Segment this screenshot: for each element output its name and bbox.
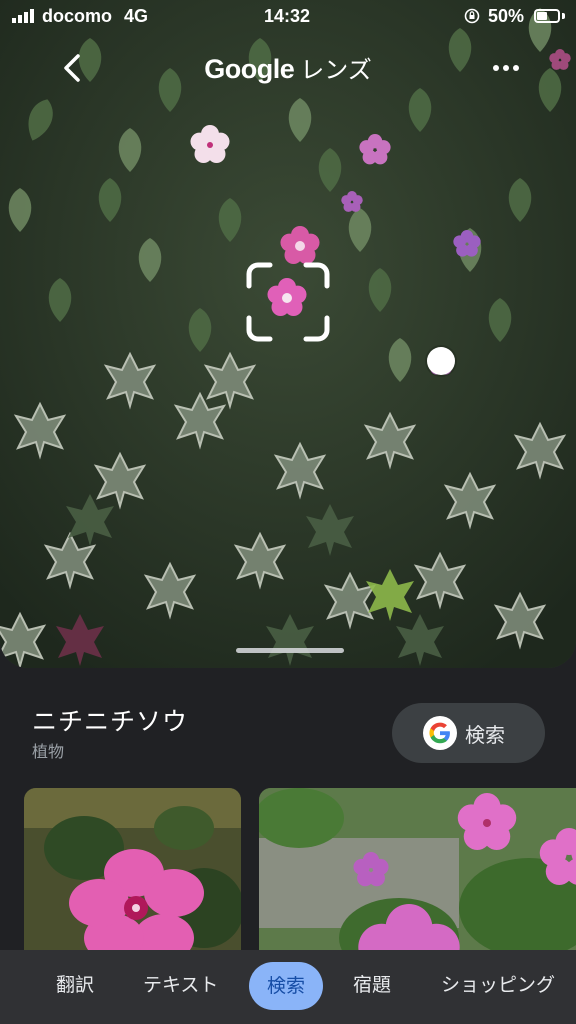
top-bar: Google レンズ bbox=[0, 40, 576, 96]
object-marker-dot[interactable] bbox=[427, 347, 455, 375]
battery-icon bbox=[534, 9, 560, 23]
clock: 14:32 bbox=[264, 6, 311, 26]
tab-homework[interactable]: 宿題 bbox=[353, 970, 391, 997]
vinca-photo-1 bbox=[24, 788, 241, 964]
network-type: 4G bbox=[124, 6, 149, 26]
search-button-label: 検索 bbox=[465, 722, 505, 747]
signal-icon bbox=[12, 9, 34, 23]
more-options-button[interactable] bbox=[486, 48, 526, 88]
result-image-1[interactable] bbox=[24, 788, 241, 964]
rotation-lock-icon bbox=[464, 8, 480, 24]
google-search-button[interactable]: 検索 bbox=[392, 703, 545, 763]
battery-percent: 50% bbox=[488, 6, 525, 26]
result-category: 植物 bbox=[32, 742, 65, 761]
tab-search[interactable]: 検索 bbox=[249, 962, 324, 1010]
battery-tip bbox=[562, 13, 565, 19]
selection-frame[interactable] bbox=[246, 262, 330, 342]
vinca-photo-2 bbox=[259, 788, 576, 964]
google-g-icon bbox=[423, 716, 457, 750]
carrier-name: docomo bbox=[42, 6, 112, 26]
tab-translate[interactable]: 翻訳 bbox=[56, 970, 94, 997]
tab-shopping[interactable]: ショッピング bbox=[441, 970, 555, 997]
camera-view[interactable]: docomo 4G 14:32 50% Google レンズ bbox=[0, 0, 576, 668]
status-bar: docomo 4G 14:32 50% bbox=[0, 0, 576, 34]
app-title-brand: Google bbox=[204, 54, 295, 84]
result-title: ニチニチソウ bbox=[32, 707, 189, 736]
more-horiz-icon bbox=[493, 65, 519, 71]
tab-text[interactable]: テキスト bbox=[143, 970, 218, 997]
sheet-drag-handle[interactable] bbox=[236, 648, 344, 653]
mode-tab-bar: 翻訳 テキスト 検索 宿題 ショッピング bbox=[0, 950, 576, 1024]
app-title-suffix: レンズ bbox=[300, 56, 372, 84]
battery-level bbox=[537, 12, 547, 20]
result-image-2[interactable] bbox=[259, 788, 576, 964]
